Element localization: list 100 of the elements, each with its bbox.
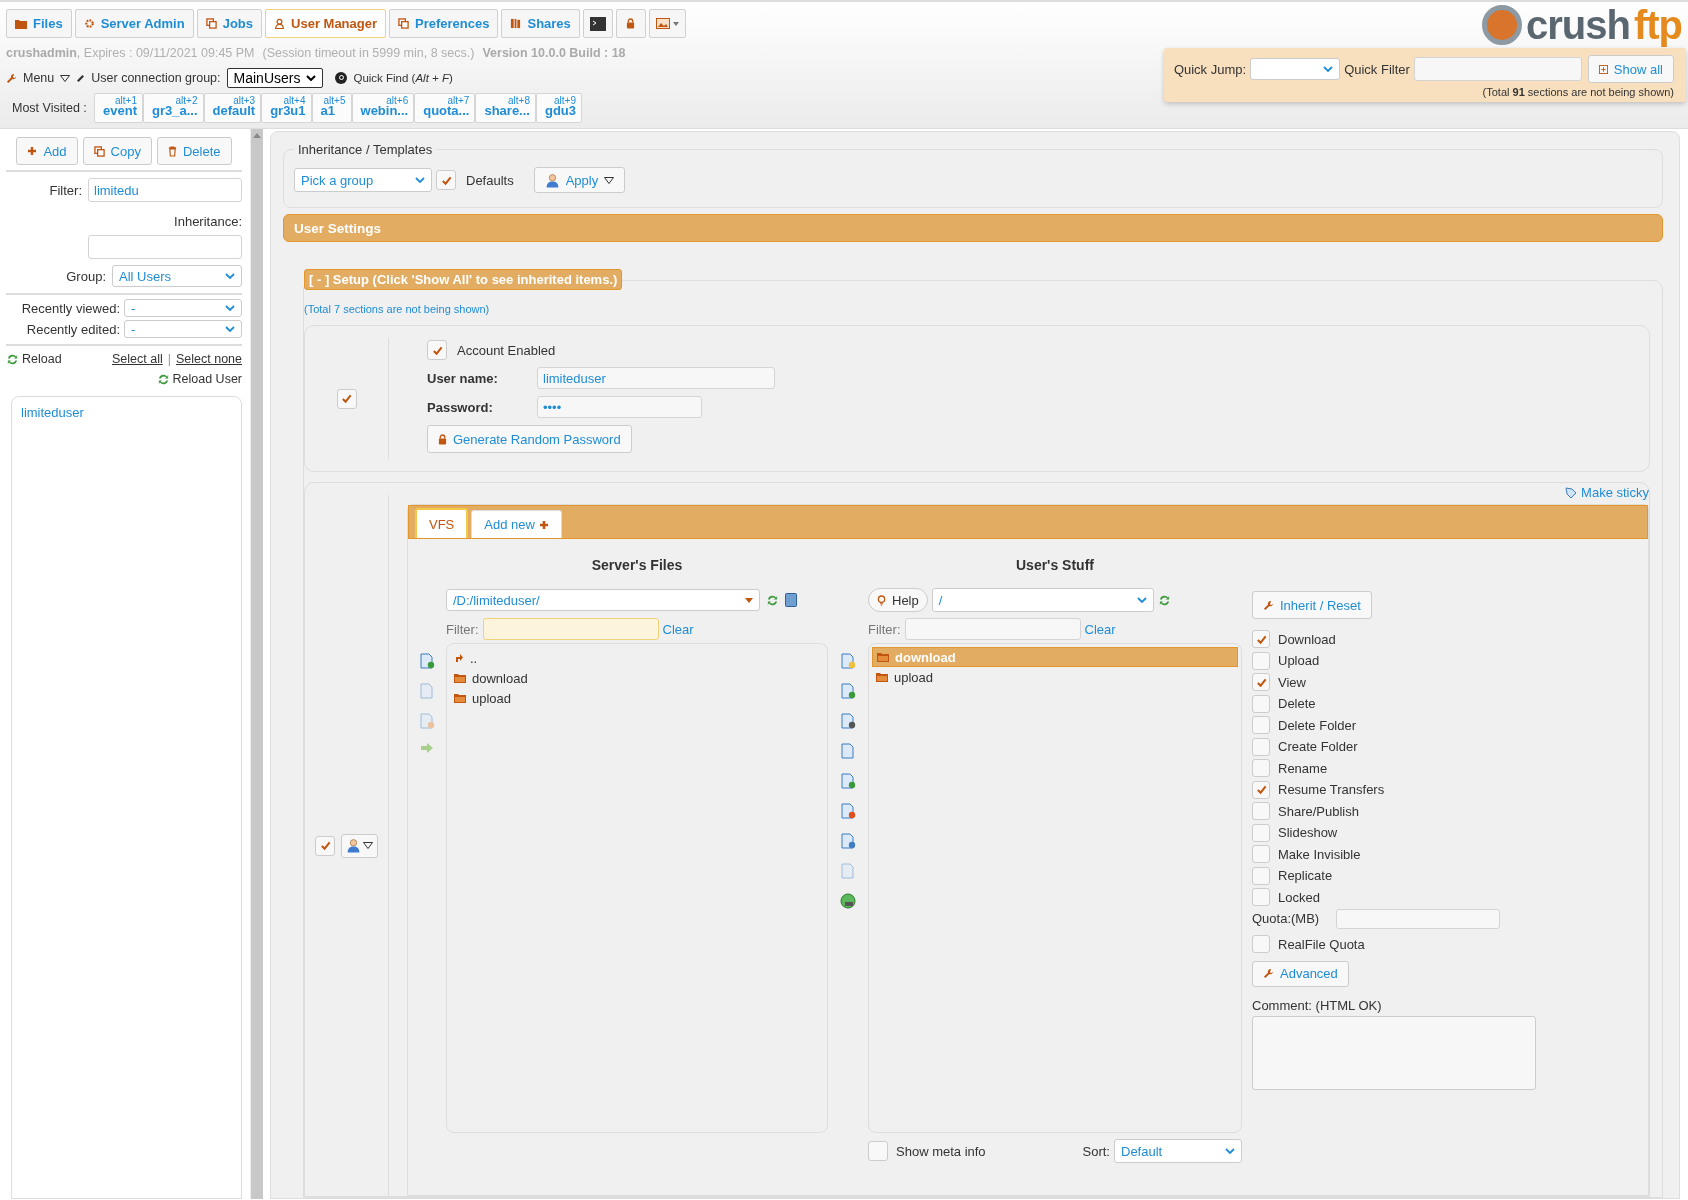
reload-user-link[interactable]: Reload User — [172, 372, 242, 386]
advanced-button[interactable]: Advanced — [1252, 960, 1349, 987]
quick-find-link[interactable]: Quick Find (Alt + F) — [353, 72, 453, 84]
most-visited-button[interactable]: alt+9 gdu3 — [535, 93, 582, 123]
checkbox[interactable] — [1252, 780, 1270, 799]
server-path-select[interactable]: /D:/limiteduser/ — [446, 589, 760, 611]
vfs-tab[interactable]: VFS — [415, 508, 469, 538]
select-none-link[interactable]: Select none — [175, 352, 242, 366]
refresh-icon[interactable] — [156, 372, 170, 386]
checkbox[interactable] — [1252, 716, 1270, 735]
clear-link[interactable]: Clear — [1084, 621, 1116, 637]
copy-file-icon[interactable] — [840, 743, 856, 759]
checkbox[interactable] — [1252, 737, 1270, 756]
most-visited-button[interactable]: alt+5 a1 — [311, 93, 352, 123]
paste-icon[interactable] — [840, 863, 856, 879]
save-file-icon[interactable] — [840, 833, 856, 849]
setup-toggle[interactable]: [ - ] Setup (Click 'Show All' to see inherited items.) — [304, 269, 623, 290]
most-visited-button[interactable]: alt+7 quota... — [414, 93, 476, 123]
user-menu-button[interactable] — [341, 833, 378, 858]
connection-group-select[interactable]: MainUsers — [226, 68, 324, 88]
filter-field[interactable]: limitedu — [88, 178, 242, 202]
lock-button[interactable] — [615, 9, 646, 38]
recently-viewed-select[interactable]: - — [124, 299, 242, 317]
checkbox[interactable] — [427, 340, 447, 360]
group-picker[interactable]: Pick a group — [294, 168, 432, 192]
file-list-item[interactable]: .. — [450, 648, 824, 668]
nav-tab[interactable]: Server Admin — [74, 9, 194, 38]
most-visited-button[interactable]: alt+6 webin... — [351, 93, 415, 123]
checkbox[interactable] — [1252, 694, 1270, 713]
show-all-button[interactable]: Show all — [1587, 55, 1674, 83]
checkbox[interactable] — [1252, 759, 1270, 778]
nav-tab[interactable]: Jobs — [196, 9, 263, 38]
inherit-reset-button[interactable]: Inherit / Reset — [1252, 591, 1372, 619]
password-field[interactable]: •••• — [537, 396, 702, 418]
file-list-item[interactable]: download — [872, 647, 1238, 667]
sort-select[interactable]: Default — [1114, 1139, 1242, 1163]
most-visited-button[interactable]: alt+2 gr3_a... — [142, 93, 204, 123]
checkbox[interactable] — [1252, 845, 1270, 864]
checkbox[interactable] — [436, 170, 456, 190]
file-list-item[interactable]: download — [450, 668, 824, 688]
sidebar-button[interactable]: Add — [16, 137, 78, 165]
server-filter-field[interactable] — [482, 618, 659, 640]
checkbox[interactable] — [1252, 802, 1270, 821]
checkbox[interactable] — [1252, 673, 1270, 692]
checkbox[interactable] — [1252, 888, 1270, 907]
arrow-right-icon[interactable] — [421, 743, 433, 753]
group-select[interactable]: All Users — [112, 265, 242, 287]
add-file-icon[interactable] — [419, 653, 435, 669]
refresh-icon[interactable] — [1157, 593, 1171, 607]
remove-file-icon[interactable] — [419, 713, 435, 729]
comment-field[interactable] — [1252, 1015, 1536, 1090]
vfs-tab[interactable]: Add new — [471, 510, 562, 538]
select-all-link[interactable]: Select all — [112, 352, 163, 366]
user-filter-field[interactable] — [904, 618, 1081, 640]
help-button[interactable]: Help — [868, 588, 928, 612]
checkbox[interactable] — [1252, 935, 1270, 954]
checkbox[interactable] — [336, 388, 357, 409]
most-visited-button[interactable]: alt+3 default — [203, 93, 262, 123]
apply-button[interactable]: Apply — [533, 167, 626, 193]
checkbox[interactable] — [868, 1141, 888, 1161]
quota-field[interactable] — [1336, 908, 1500, 929]
user-path-select[interactable]: / — [931, 588, 1154, 612]
user-list-item[interactable]: limiteduser — [19, 403, 234, 422]
menu-link[interactable]: Menu — [23, 71, 55, 85]
image-menu-button[interactable] — [648, 9, 686, 38]
file-list-item[interactable]: upload — [872, 667, 1238, 687]
link-file-icon[interactable] — [840, 713, 856, 729]
refresh-icon[interactable] — [6, 352, 19, 366]
nav-tab[interactable]: Preferences — [389, 9, 499, 38]
sidebar-button[interactable]: Delete — [156, 137, 232, 165]
checkbox[interactable] — [315, 835, 335, 856]
generate-password-button[interactable]: Generate Random Password — [427, 425, 632, 453]
refresh-icon[interactable] — [766, 593, 779, 607]
most-visited-button[interactable]: alt+8 share... — [475, 93, 536, 123]
recently-edited-select[interactable]: - — [124, 320, 242, 338]
file-icon[interactable] — [840, 773, 856, 789]
nav-tab[interactable]: User Manager — [265, 9, 386, 38]
edit-file-icon[interactable] — [840, 653, 856, 669]
nav-tab[interactable]: Files — [6, 9, 72, 38]
sidebar-button[interactable]: Copy — [82, 137, 152, 165]
inheritance-field[interactable] — [88, 235, 242, 259]
checkbox[interactable] — [1252, 823, 1270, 842]
remove-file-icon[interactable] — [840, 803, 856, 819]
checkbox[interactable] — [1252, 866, 1270, 885]
make-sticky-link[interactable]: Make sticky — [1581, 485, 1649, 500]
scrollbar[interactable] — [250, 129, 263, 1199]
file-icon[interactable] — [419, 683, 435, 699]
terminal-button[interactable] — [582, 9, 613, 38]
nav-tab[interactable]: Shares — [501, 9, 580, 38]
file-list-item[interactable]: upload — [450, 688, 824, 708]
quick-jump-select[interactable] — [1250, 58, 1341, 80]
most-visited-button[interactable]: alt+4 gr3u1 — [261, 93, 312, 123]
username-field[interactable]: limiteduser — [537, 367, 775, 389]
add-file-icon[interactable] — [840, 683, 856, 699]
checkbox[interactable] — [1252, 651, 1270, 670]
clear-link[interactable]: Clear — [662, 621, 694, 637]
checkbox[interactable] — [1252, 630, 1270, 649]
reload-link[interactable]: Reload — [22, 352, 62, 366]
most-visited-button[interactable]: alt+1 event — [94, 93, 143, 123]
quick-filter-field[interactable] — [1413, 57, 1582, 81]
